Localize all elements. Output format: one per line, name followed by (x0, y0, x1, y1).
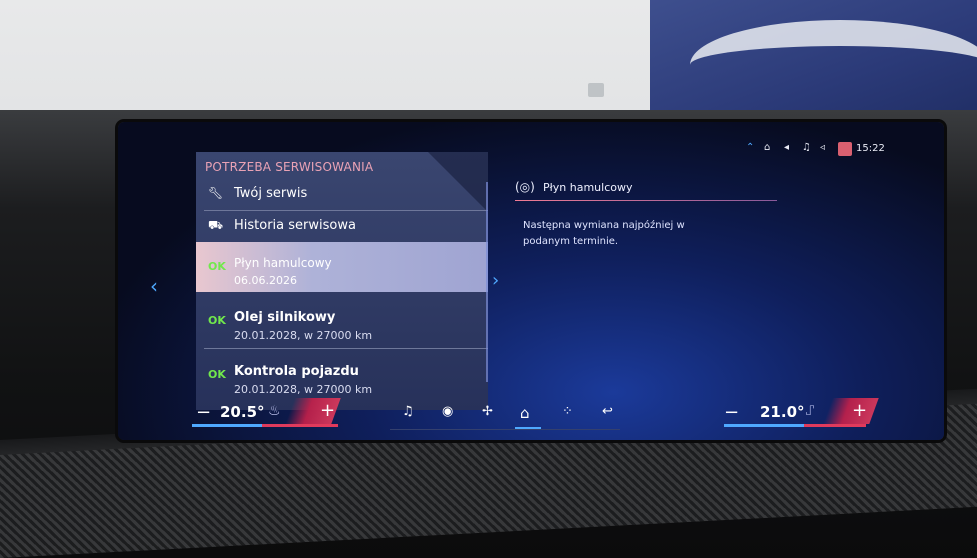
clock: 15:22 (856, 143, 885, 154)
left-temp-value: 20.5° (220, 403, 265, 421)
apps-icon[interactable]: ⁘ (562, 404, 573, 419)
status-badge: OK (208, 260, 226, 273)
list-item-brake-fluid[interactable]: OK Płyn hamulcowy 06.06.2026 (196, 242, 488, 292)
menu-item-your-service[interactable]: 🔧︎ Twój serwis (196, 182, 488, 208)
left-temp-bar-red (262, 424, 338, 427)
left-temp-minus-button[interactable]: − (196, 402, 211, 423)
detail-header: (◎) Płyn hamulcowy (515, 180, 775, 198)
seat-heating-icon[interactable]: ⑀ (806, 403, 814, 419)
back-arrow-icon[interactable]: ‹ (150, 274, 158, 298)
home-icon[interactable]: ⌂ (520, 404, 530, 422)
right-temp-bar-blue (724, 424, 804, 427)
list-item-engine-oil[interactable]: OK Olej silnikowy 20.01.2028, w 27000 km (196, 298, 488, 346)
infotainment-screen: ⌃ ⌂ ◂ ♫ ◃ 15:22 ‹ POTRZEBA SERWISOWANIA … (118, 122, 944, 440)
profile-icon[interactable] (838, 142, 852, 156)
scrollbar[interactable] (486, 182, 488, 382)
panel-title: POTRZEBA SERWISOWANIA (205, 160, 374, 174)
volume-icon[interactable]: ◂ (784, 142, 789, 153)
fan-icon[interactable]: ✢ (482, 404, 493, 419)
seat-heating-icon[interactable]: ♨ (268, 403, 281, 419)
speaker-icon[interactable]: ◃ (820, 142, 825, 153)
status-badge: OK (208, 368, 226, 381)
left-temp-bar-blue (192, 424, 262, 427)
menu-item-service-history[interactable]: ⛟ Historia serwisowa (196, 214, 488, 240)
brake-icon: (◎) (515, 180, 535, 194)
dock-underline (390, 429, 620, 430)
left-temp-plus-button[interactable]: + (320, 400, 335, 421)
right-temp-value: 21.0° (760, 403, 805, 421)
detail-text: Następna wymiana najpóźniej w podanym te… (523, 220, 685, 247)
detail-underline (515, 200, 777, 201)
connectivity-icon[interactable]: ⌃ (746, 142, 754, 153)
right-temp-plus-button[interactable]: + (852, 400, 867, 421)
forward-arrow-icon[interactable]: › (492, 270, 499, 291)
wrench-icon: 🔧︎ (208, 186, 224, 200)
wifi-icon[interactable]: ⌂ (764, 142, 770, 153)
right-temp-minus-button[interactable]: − (724, 402, 739, 423)
app-dock: ♫ ◉ ✢ ⌂ ⁘ ↩ (390, 400, 620, 430)
plus-highlight (823, 398, 879, 424)
music-icon[interactable]: ♫ (802, 142, 811, 153)
wall-outlet (588, 83, 604, 97)
divider (204, 348, 488, 349)
car-history-icon: ⛟ (208, 218, 224, 232)
navigation-icon[interactable]: ◉ (442, 404, 453, 419)
divider (204, 210, 488, 211)
right-temp-bar-red (804, 424, 866, 427)
status-badge: OK (208, 314, 226, 327)
status-bar: ⌃ ⌂ ◂ ♫ ◃ 15:22 (746, 142, 942, 158)
phone-icon[interactable]: ↩ (602, 404, 613, 419)
service-panel: POTRZEBA SERWISOWANIA 🔧︎ Twój serwis ⛟ H… (196, 152, 488, 410)
detail-title: Płyn hamulcowy (543, 181, 633, 194)
music-icon[interactable]: ♫ (402, 404, 414, 419)
background-banner-curve (690, 20, 977, 110)
bottom-bar: − 20.5° ♨ + ♫ ◉ ✢ ⌂ ⁘ ↩ − 21.0° ⑀ + (118, 392, 944, 440)
